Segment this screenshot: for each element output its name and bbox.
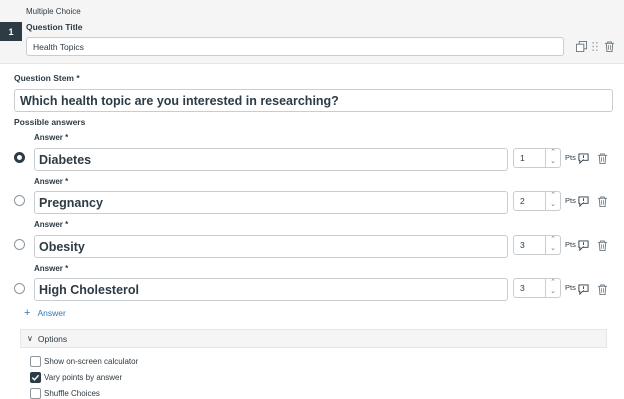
answer-label: Answer *: [34, 133, 69, 142]
pts-label: Pts: [565, 196, 576, 205]
answer-input[interactable]: High Cholesterol: [34, 278, 508, 301]
trash-icon[interactable]: [597, 238, 609, 251]
checkbox[interactable]: [30, 388, 41, 399]
option-label: Shuffle Choices: [44, 389, 100, 398]
chevron-up-icon[interactable]: ⌃: [549, 236, 557, 244]
add-answer-label: Answer: [37, 308, 66, 318]
feedback-icon[interactable]: [578, 282, 590, 296]
chevron-down-icon[interactable]: ⌄: [549, 201, 557, 209]
trash-icon[interactable]: [597, 282, 609, 295]
answer-correct-radio[interactable]: [14, 195, 25, 206]
points-stepper[interactable]: 1 ⌃ ⌄: [513, 148, 561, 168]
trash-icon[interactable]: [597, 194, 609, 207]
answer-input[interactable]: Diabetes: [34, 148, 508, 171]
option-vary-points[interactable]: Vary points by answer: [30, 372, 122, 383]
stepper-buttons: ⌃ ⌄: [545, 149, 560, 167]
plus-icon: +: [24, 307, 31, 319]
trash-icon[interactable]: [603, 40, 615, 52]
pts-label: Pts: [565, 283, 576, 292]
answer-correct-radio[interactable]: [14, 283, 25, 294]
possible-answers-label: Possible answers: [14, 117, 86, 127]
feedback-icon[interactable]: [578, 194, 590, 208]
feedback-icon[interactable]: [578, 238, 590, 252]
drag-handle-icon[interactable]: [589, 40, 601, 52]
options-toggle[interactable]: ∨ Options: [20, 329, 607, 348]
answer-correct-radio[interactable]: [14, 152, 25, 163]
points-value: 1: [520, 153, 525, 163]
option-label: Vary points by answer: [44, 373, 123, 382]
points-stepper[interactable]: 3 ⌃ ⌄: [513, 278, 561, 298]
question-title-label: Question Title: [26, 22, 83, 32]
check-icon: [31, 374, 40, 381]
checkbox-checked[interactable]: [30, 372, 41, 383]
add-answer-button[interactable]: + Answer: [24, 307, 66, 319]
points-value: 3: [520, 283, 525, 293]
stepper-buttons: ⌃ ⌄: [545, 192, 560, 210]
answer-label: Answer *: [34, 264, 69, 273]
question-stem-input[interactable]: Which health topic are you interested in…: [14, 89, 613, 112]
points-value: 3: [520, 240, 525, 250]
points-value: 2: [520, 196, 525, 206]
feedback-icon[interactable]: [578, 151, 590, 165]
points-stepper[interactable]: 2 ⌃ ⌄: [513, 191, 561, 211]
pts-label: Pts: [565, 153, 576, 162]
chevron-up-icon[interactable]: ⌃: [549, 192, 557, 200]
checkbox[interactable]: [30, 356, 41, 367]
stepper-buttons: ⌃ ⌄: [545, 236, 560, 254]
answer-correct-radio[interactable]: [14, 239, 25, 250]
chevron-down-icon[interactable]: ⌄: [549, 245, 557, 253]
option-shuffle[interactable]: Shuffle Choices: [30, 388, 100, 399]
trash-icon[interactable]: [597, 151, 609, 164]
chevron-down-icon[interactable]: ⌄: [549, 158, 557, 166]
points-stepper[interactable]: 3 ⌃ ⌄: [513, 235, 561, 255]
question-title-input[interactable]: Health Topics: [26, 37, 564, 56]
duplicate-icon[interactable]: [575, 40, 587, 52]
chevron-down-icon[interactable]: ⌄: [549, 288, 557, 296]
question-stem-label: Question Stem *: [14, 73, 80, 83]
option-label: Show on-screen calculator: [44, 357, 139, 366]
question-number-badge: 1: [0, 22, 22, 41]
option-calculator[interactable]: Show on-screen calculator: [30, 356, 138, 367]
pts-label: Pts: [565, 240, 576, 249]
answer-label: Answer *: [34, 177, 69, 186]
options-label: Options: [37, 333, 68, 344]
answer-input[interactable]: Pregnancy: [34, 191, 508, 214]
chevron-down-icon: ∨: [27, 334, 33, 343]
stepper-buttons: ⌃ ⌄: [545, 279, 560, 297]
chevron-up-icon[interactable]: ⌃: [549, 279, 557, 287]
question-type: Multiple Choice: [26, 7, 81, 16]
answer-input[interactable]: Obesity: [34, 235, 508, 258]
answer-label: Answer *: [34, 220, 69, 229]
chevron-up-icon[interactable]: ⌃: [549, 149, 557, 157]
